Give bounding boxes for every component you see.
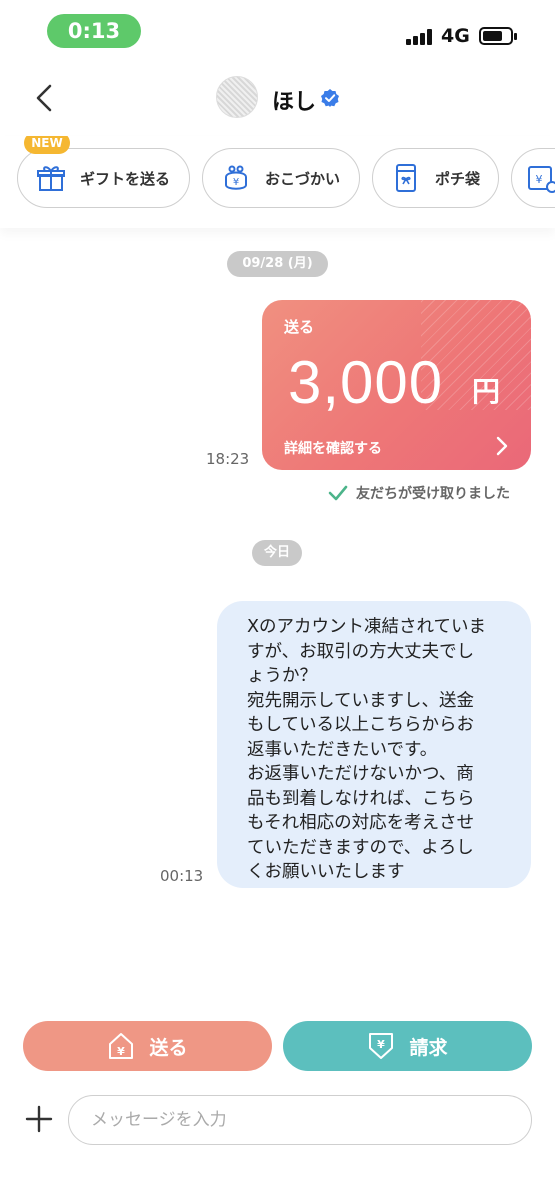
- allowance-chip[interactable]: ¥ おこづかい: [202, 148, 360, 208]
- send-yen-icon: ¥: [109, 1033, 134, 1059]
- message-line: もそれ相応の対応を考えさせ: [247, 813, 475, 833]
- message-line: 宛先開示していますし、送金: [247, 690, 474, 711]
- date-separator: 09/28 (月): [227, 251, 328, 277]
- payment-detail-link[interactable]: 詳細を確認する: [284, 438, 382, 458]
- avatar[interactable]: [216, 76, 258, 118]
- message-line: くお願いいたします: [247, 862, 405, 882]
- network-label: 4G: [441, 25, 470, 47]
- received-status-text: 友だちが受け取りました: [356, 486, 510, 502]
- svg-text:¥: ¥: [233, 177, 239, 188]
- status-time: 0:13: [47, 14, 141, 48]
- request-money-button[interactable]: ¥ 請求: [283, 1021, 532, 1071]
- message-line: お返事いただけないかつ、商: [247, 764, 474, 784]
- payment-type: 送る: [284, 318, 315, 336]
- add-attachment-button[interactable]: [24, 1104, 54, 1134]
- request-card-chip[interactable]: ¥: [511, 148, 555, 208]
- signal-icon: [406, 29, 434, 45]
- battery-icon: [479, 27, 517, 45]
- received-status: 友だちが受け取りました: [328, 483, 510, 503]
- date-separator-today: 今日: [252, 540, 302, 566]
- chevron-right-icon: [496, 436, 508, 456]
- allowance-label: おこづかい: [265, 169, 341, 188]
- send-money-button[interactable]: ¥ 送る: [23, 1021, 272, 1071]
- plus-icon: [25, 1105, 53, 1133]
- chat-header: ほし: [0, 60, 555, 136]
- svg-text:¥: ¥: [378, 1038, 386, 1051]
- verified-icon: [321, 89, 339, 107]
- message-input[interactable]: [68, 1095, 532, 1145]
- svg-text:¥: ¥: [118, 1045, 126, 1058]
- check-icon: [328, 485, 348, 501]
- coin-purse-icon: ¥: [225, 165, 247, 190]
- message-line: ていただきますので、よろし: [247, 837, 474, 858]
- gift-icon: [37, 166, 65, 191]
- payment-card[interactable]: 送る 3,000 円 詳細を確認する: [262, 300, 531, 470]
- message-line: Xのアカウント凍結されていま: [247, 617, 486, 637]
- contact-name[interactable]: ほし: [272, 84, 316, 116]
- request-yen-icon: ¥: [369, 1033, 394, 1059]
- payment-time: 18:23: [206, 450, 250, 468]
- status-bar: 0:13 4G: [0, 0, 555, 60]
- send-gift-chip[interactable]: ギフトを送る: [17, 148, 190, 208]
- envelope-icon: [396, 164, 416, 192]
- pochi-bukuro-chip[interactable]: ポチ袋: [372, 148, 499, 208]
- message-bubble[interactable]: Xのアカウント凍結されていま すが、お取引の方大丈夫でし ょうか？ 宛先開示して…: [217, 601, 531, 888]
- action-chip-row: NEW ギフトを送る ¥ おこづかい ポチ袋 ¥: [0, 136, 555, 228]
- pochi-bukuro-label: ポチ袋: [435, 169, 481, 188]
- back-button[interactable]: [28, 80, 64, 116]
- send-gift-label: ギフトを送る: [80, 169, 171, 188]
- payment-currency: 円: [472, 375, 501, 408]
- send-money-label: 送る: [149, 1036, 188, 1059]
- back-icon: [36, 84, 52, 112]
- new-badge: NEW: [24, 136, 70, 154]
- message-time: 00:13: [160, 867, 204, 885]
- payment-amount: 3,000: [288, 349, 444, 416]
- message-line: もしている以上こちらからお: [247, 715, 474, 735]
- message-line: 品も到着しなければ、こちら: [247, 788, 475, 809]
- message-line: 返事いただきたいです。: [247, 739, 438, 760]
- request-money-label: 請求: [409, 1036, 448, 1059]
- request-card-icon: ¥: [528, 166, 555, 193]
- message-line: すが、お取引の方大丈夫でし: [247, 641, 475, 662]
- message-line: ょうか？: [247, 666, 317, 686]
- svg-text:¥: ¥: [536, 173, 543, 186]
